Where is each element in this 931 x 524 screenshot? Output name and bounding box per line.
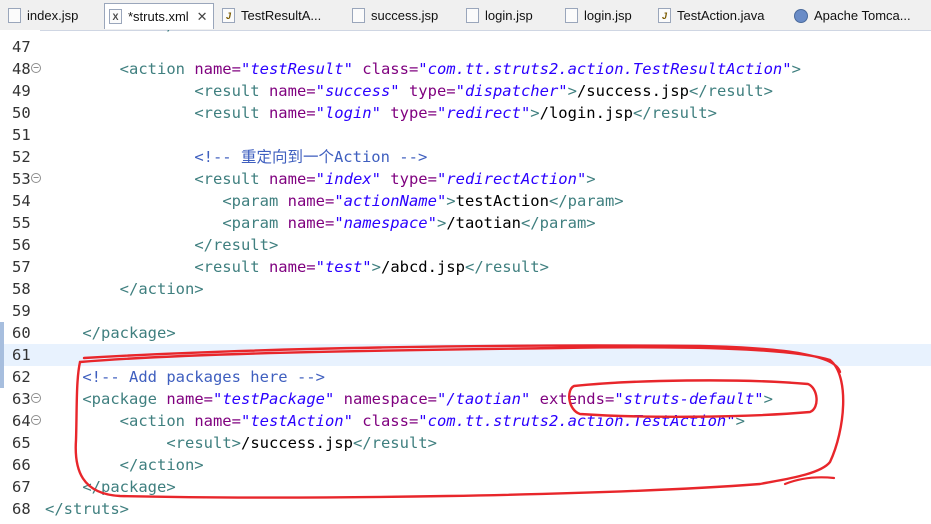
red-annotation-overlay [74,344,845,499]
red-oval-annotation-extends [568,379,818,418]
red-circle-annotation-block [74,344,845,499]
